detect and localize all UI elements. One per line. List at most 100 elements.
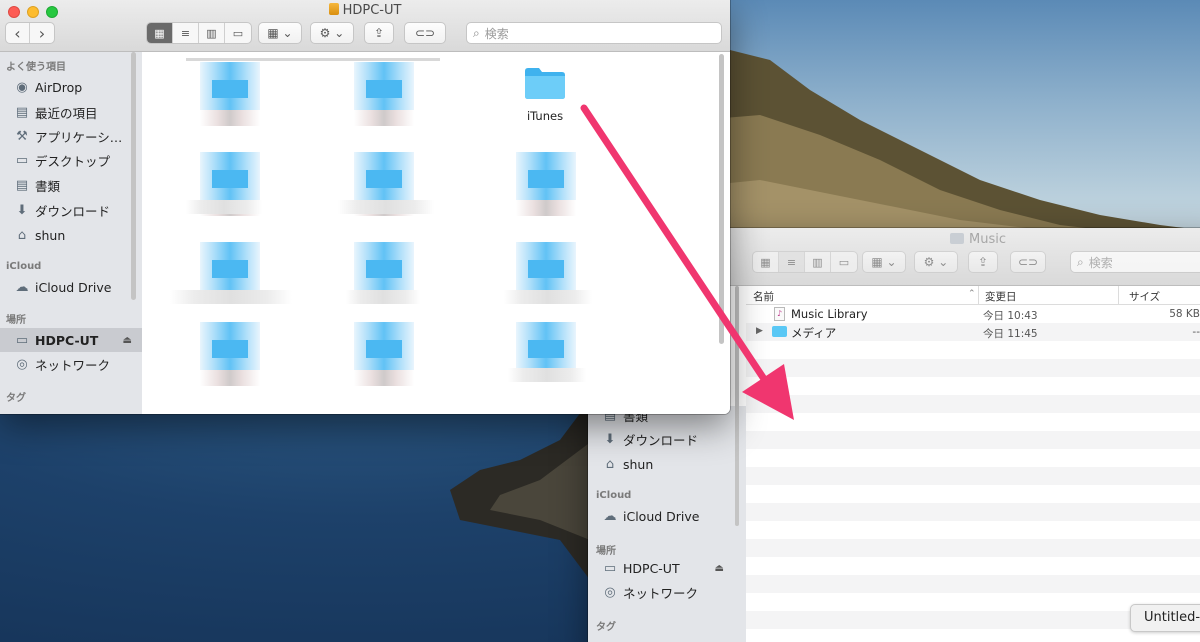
sidebar-item-desktop[interactable]: ▭ デスクトップ	[0, 148, 142, 172]
row-name: メディア	[791, 326, 837, 340]
empty-list-row	[746, 341, 1200, 359]
downloads-icon: ⬇	[16, 202, 28, 218]
column-header-name[interactable]: 名前	[753, 289, 774, 304]
network-icon: ◎	[604, 584, 616, 600]
sidebar-scrollbar[interactable]	[131, 52, 136, 300]
sidebar-item-network[interactable]: ◎ ネットワーク	[0, 352, 142, 376]
search-icon: ⌕	[1077, 254, 1084, 269]
home-icon: ⌂	[605, 456, 615, 472]
folder-icon[interactable]	[524, 66, 566, 100]
tag-button[interactable]: ⊂⊃	[404, 22, 446, 44]
gallery-view-icon[interactable]: ▭	[225, 23, 251, 43]
sidebar-item-airdrop[interactable]: ◉ AirDrop	[0, 75, 142, 99]
sidebar-item-home[interactable]: ⌂ shun	[588, 452, 746, 476]
list-view-icon[interactable]: ≡	[779, 252, 805, 272]
sidebar-item-applications[interactable]: ⚒ アプリケーシ…	[0, 124, 142, 148]
list-view-icon[interactable]: ≡	[173, 23, 199, 43]
finder-window-hdpc[interactable]: HDPC-UT ‹ › ▦ ≡ ▥ ▭ ▦ ⌄ ⚙ ⌄ ⇪ ⊂⊃ ⌕ 検索 よく使…	[0, 0, 730, 414]
list-row-media[interactable]: ▶ メディア 今日 11:45 --	[746, 323, 1200, 341]
sidebar-item-hdpc[interactable]: ▭ HDPC-UT ⏏	[0, 328, 142, 352]
sidebar-heading-locations: 場所	[6, 315, 26, 326]
hdpc-sidebar: よく使う項目 ◉ AirDrop ▤ 最近の項目 ⚒ アプリケーシ… ▭ デスクトップ …	[0, 52, 142, 414]
sidebar-item-network[interactable]: ◎ ネットワーク	[588, 580, 746, 604]
music-search-field[interactable]: ⌕ 検索	[1070, 251, 1200, 273]
row-name: Music Library	[791, 307, 868, 321]
empty-list-row	[746, 377, 1200, 395]
sidebar-heading-locations: 場所	[596, 546, 616, 557]
applications-icon: ⚒	[16, 128, 28, 144]
folder-label[interactable]: iTunes	[506, 109, 584, 123]
blurred-file-icon[interactable]	[354, 62, 414, 126]
empty-list-row	[746, 557, 1200, 575]
search-field[interactable]: ⌕ 検索	[466, 22, 722, 44]
empty-list-row	[746, 449, 1200, 467]
eject-icon[interactable]: ⏏	[123, 335, 132, 346]
share-button[interactable]: ⇪	[364, 22, 394, 44]
desktop-icon: ▭	[15, 152, 29, 168]
music-action-button[interactable]: ⚙ ⌄	[914, 251, 958, 273]
sidebar-item-icloud-drive[interactable]: ☁ iCloud Drive	[588, 504, 746, 528]
empty-list-row	[746, 575, 1200, 593]
column-header-modified[interactable]: 変更日	[985, 289, 1017, 304]
sidebar-item-home[interactable]: ⌂ shun	[0, 223, 142, 247]
home-icon: ⌂	[17, 227, 27, 243]
sidebar-item-hdpc[interactable]: ▭ HDPC-UT ⏏	[588, 556, 746, 580]
row-modified: 今日 11:45	[983, 328, 1038, 340]
tooltip: Untitled-	[1130, 604, 1200, 632]
forward-button[interactable]: ›	[30, 23, 54, 43]
list-row-music-library[interactable]: ♪ Music Library 今日 10:43 58 KB	[746, 305, 1200, 323]
blurred-file-icon[interactable]	[516, 152, 576, 216]
music-tag-button[interactable]: ⊂⊃	[1010, 251, 1046, 273]
sidebar-item-documents[interactable]: ▤ 書類	[0, 173, 142, 197]
music-share-button[interactable]: ⇪	[968, 251, 998, 273]
sidebar-scrollbar[interactable]	[735, 286, 739, 526]
disclosure-triangle-icon[interactable]: ▶	[756, 326, 763, 336]
sidebar-heading-tags: タグ	[6, 393, 26, 404]
network-icon: ◎	[16, 356, 28, 372]
music-group-button[interactable]: ▦ ⌄	[862, 251, 906, 273]
icon-view-icon[interactable]: ▦	[147, 23, 173, 43]
action-button[interactable]: ⚙ ⌄	[310, 22, 354, 44]
column-view-icon[interactable]: ▥	[199, 23, 225, 43]
icon-view-icon[interactable]: ▦	[753, 252, 779, 272]
sidebar-heading-icloud: iCloud	[6, 261, 42, 272]
drive-icon	[328, 3, 339, 15]
sidebar-heading-tags: タグ	[596, 622, 616, 633]
search-icon: ⌕	[473, 25, 480, 40]
music-sidebar: ▤ 書類 ⬇ ダウンロード ⌂ shun iCloud ☁ iCloud Drive 場…	[588, 406, 746, 642]
airdrop-icon: ◉	[16, 79, 28, 95]
row-size: --	[1192, 326, 1200, 338]
blurred-file-icon[interactable]	[200, 62, 260, 126]
sidebar-item-recents[interactable]: ▤ 最近の項目	[0, 100, 142, 124]
group-button[interactable]: ▦ ⌄	[258, 22, 302, 44]
back-button[interactable]: ‹	[6, 23, 30, 43]
list-header: 名前 ⌃ 変更日 サイズ	[746, 286, 1200, 305]
document-icon: ♪	[774, 307, 785, 321]
column-view-icon[interactable]: ▥	[805, 252, 831, 272]
blurred-file-icon[interactable]	[354, 322, 414, 386]
gallery-view-icon[interactable]: ▭	[831, 252, 857, 272]
sidebar-item-icloud-drive[interactable]: ☁ iCloud Drive	[0, 275, 142, 299]
recents-icon: ▤	[15, 104, 29, 120]
music-view-switcher[interactable]: ▦ ≡ ▥ ▭	[752, 251, 858, 273]
row-size: 58 KB	[1169, 308, 1200, 320]
nav-buttons: ‹ ›	[5, 22, 55, 44]
empty-list-row	[746, 413, 1200, 431]
sort-chevron-icon: ⌃	[968, 289, 976, 299]
hdpc-window-title: HDPC-UT	[0, 3, 730, 18]
eject-icon[interactable]: ⏏	[715, 563, 724, 574]
icon-grid: iTunes	[142, 52, 730, 414]
drive-icon: ▭	[603, 560, 617, 576]
view-switcher[interactable]: ▦ ≡ ▥ ▭	[146, 22, 252, 44]
content-scrollbar[interactable]	[719, 54, 724, 344]
empty-list-row	[746, 431, 1200, 449]
sidebar-item-downloads[interactable]: ⬇ ダウンロード	[0, 198, 142, 222]
empty-list-row	[746, 359, 1200, 377]
sidebar-item-downloads[interactable]: ⬇ ダウンロード	[588, 427, 746, 451]
empty-list-row	[746, 503, 1200, 521]
blurred-file-icon[interactable]	[200, 322, 260, 386]
hdpc-titlebar: HDPC-UT ‹ › ▦ ≡ ▥ ▭ ▦ ⌄ ⚙ ⌄ ⇪ ⊂⊃ ⌕ 検索	[0, 0, 730, 52]
column-header-size[interactable]: サイズ	[1129, 289, 1160, 304]
music-window-title: Music	[728, 232, 1200, 247]
sidebar-heading-favorites: よく使う項目	[6, 62, 66, 73]
